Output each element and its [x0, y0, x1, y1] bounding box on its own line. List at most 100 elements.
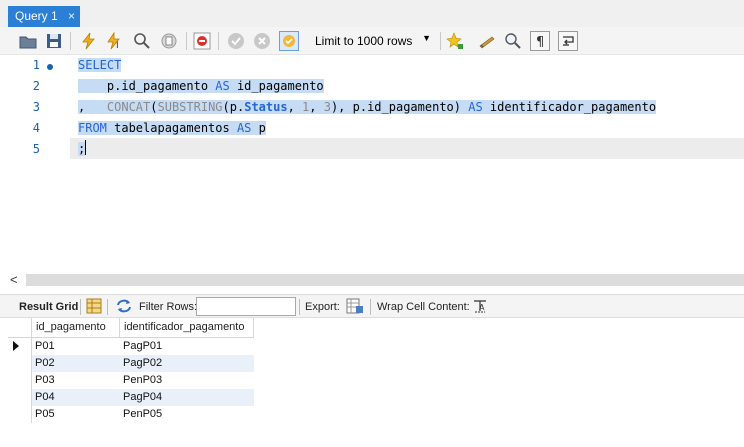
toggle-error-icon[interactable]: [192, 31, 212, 51]
table-row[interactable]: P02 PagP02: [8, 355, 254, 372]
row-header-corner: [8, 318, 32, 338]
save-icon[interactable]: [44, 31, 64, 51]
table-cell[interactable]: P05: [32, 406, 120, 423]
code-line: p.id_pagamento AS id_pagamento: [78, 76, 324, 96]
table-row[interactable]: P03 PenP03: [8, 372, 254, 389]
line-number: 5: [32, 142, 40, 156]
row-selector[interactable]: [8, 406, 32, 423]
sql-text: tabelapagamentos: [106, 121, 237, 135]
sql-keyword: AS: [236, 121, 252, 135]
table-cell[interactable]: P01: [32, 338, 120, 355]
execute-current-icon[interactable]: I: [104, 31, 124, 51]
table-row[interactable]: P05 PenP05: [8, 406, 254, 423]
sql-text: ), p.id_pagamento): [330, 100, 469, 114]
column-header[interactable]: id_pagamento: [32, 318, 120, 338]
toolbar-separator: [80, 299, 81, 315]
row-selector[interactable]: [8, 338, 32, 355]
table-row[interactable]: P01 PagP01: [8, 338, 254, 355]
result-grid[interactable]: id_pagamento identificador_pagamento P01…: [8, 318, 744, 447]
selected-text: SELECT: [78, 58, 122, 72]
selected-text: , CONCAT(SUBSTRING(p.Status, 1, 3), p.id…: [78, 100, 657, 114]
limit-rows-select[interactable]: Limit to 1000 rows ▼: [309, 31, 437, 51]
sql-keyword: AS: [468, 100, 483, 114]
sql-text: ,: [78, 100, 107, 114]
sql-editor-window: Query 1 × I Limit to 1000 rows ▼ ¶ 1 2 3…: [0, 0, 744, 447]
tab-query-1[interactable]: Query 1 ×: [8, 6, 80, 27]
column-header[interactable]: identificador_pagamento: [120, 318, 254, 338]
code-line: , CONCAT(SUBSTRING(p.Status, 1, 3), p.id…: [78, 97, 657, 117]
statement-marker-icon: [47, 64, 53, 70]
toolbar-separator: [440, 32, 441, 50]
table-cell[interactable]: P02: [32, 355, 120, 372]
text-caret: [85, 140, 86, 155]
wrap-icon[interactable]: [558, 31, 578, 51]
snippet-icon[interactable]: [477, 31, 497, 51]
sql-function: CONCAT: [106, 100, 151, 114]
execute-icon[interactable]: [78, 31, 98, 51]
sql-text: p.id_pagamento: [78, 79, 216, 93]
sql-editor[interactable]: 1 2 3 4 5 SELECT p.id_pagamento AS id_pa…: [0, 55, 744, 270]
invisible-chars-icon[interactable]: ¶: [530, 31, 550, 51]
export-label: Export:: [305, 301, 340, 313]
table-cell[interactable]: PenP05: [120, 406, 254, 423]
wrap-cell-label: Wrap Cell Content:: [377, 301, 470, 313]
sql-text: p: [251, 121, 266, 135]
result-grid-tab[interactable]: Result Grid: [19, 301, 78, 313]
toolbar-separator: [218, 32, 219, 50]
table-row[interactable]: P04 PagP04: [8, 389, 254, 406]
row-selector[interactable]: [8, 389, 32, 406]
limit-rows-label: Limit to 1000 rows: [315, 34, 413, 48]
line-number: 4: [32, 121, 40, 135]
filter-rows-input[interactable]: [196, 297, 296, 316]
line-number: 1: [32, 58, 40, 72]
autocommit-icon[interactable]: [279, 31, 299, 51]
sql-text: (p.: [222, 100, 245, 114]
close-tab-icon[interactable]: ×: [68, 9, 75, 23]
code-line: SELECT: [78, 55, 122, 75]
find-icon[interactable]: [503, 31, 523, 51]
table-cell[interactable]: P04: [32, 389, 120, 406]
line-number: 2: [32, 79, 40, 93]
row-selector[interactable]: [8, 372, 32, 389]
sql-text: ,: [287, 100, 303, 114]
toolbar-separator: [370, 299, 371, 315]
line-number-gutter: 1 2 3 4 5: [0, 55, 70, 270]
sql-column: Status: [244, 100, 288, 114]
sql-text: ,: [309, 100, 324, 114]
svg-text:I: I: [116, 41, 119, 50]
toolbar-separator: [107, 299, 108, 315]
form-editor-icon[interactable]: [86, 298, 102, 317]
chevron-down-icon: ▼: [422, 33, 431, 43]
sql-text: id_pagamento: [229, 79, 324, 93]
row-selector[interactable]: [8, 355, 32, 372]
rollback-icon[interactable]: [252, 31, 272, 51]
tab-bar: Query 1 ×: [0, 0, 744, 27]
line-number: 3: [32, 100, 40, 114]
sql-text: identificador_pagamento: [482, 100, 657, 114]
table-cell[interactable]: PagP01: [120, 338, 254, 355]
stop-icon[interactable]: [159, 31, 179, 51]
table-cell[interactable]: PagP04: [120, 389, 254, 406]
scroll-left-icon[interactable]: <: [10, 272, 18, 287]
sql-keyword: FROM: [78, 121, 107, 135]
svg-text:¶: ¶: [536, 35, 544, 48]
table-cell[interactable]: P03: [32, 372, 120, 389]
table-cell[interactable]: PenP03: [120, 372, 254, 389]
explain-icon[interactable]: [132, 31, 152, 51]
commit-icon[interactable]: [226, 31, 246, 51]
beautify-icon[interactable]: [445, 31, 465, 51]
tab-label: Query 1: [15, 9, 58, 23]
wrap-cell-icon[interactable]: A: [473, 298, 487, 317]
export-icon[interactable]: [346, 298, 364, 317]
filter-rows-label: Filter Rows:: [139, 301, 198, 313]
current-row-arrow-icon: [13, 341, 19, 351]
sql-number: 3: [323, 100, 331, 114]
scrollbar-track[interactable]: [26, 274, 744, 286]
table-cell[interactable]: PagP02: [120, 355, 254, 372]
code-line: FROM tabelapagamentos AS p: [78, 118, 266, 138]
open-file-icon[interactable]: [18, 31, 38, 51]
refresh-icon[interactable]: [115, 298, 133, 317]
query-toolbar: I Limit to 1000 rows ▼ ¶: [0, 27, 744, 55]
result-toolbar: Result Grid Filter Rows: Export: Wrap Ce…: [0, 294, 744, 318]
horizontal-scrollbar[interactable]: <: [0, 270, 744, 290]
